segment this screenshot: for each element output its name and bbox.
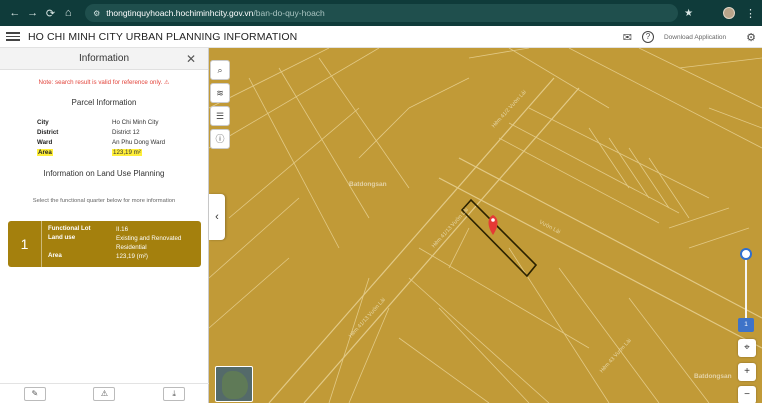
panel-footer: ✎ ⚠ ⤓ bbox=[0, 383, 209, 403]
information-panel: Information ✕ Note: search result is val… bbox=[0, 48, 209, 403]
url-path: /ban-do-quy-hoach bbox=[253, 8, 325, 18]
lot-value: II.16 bbox=[116, 226, 129, 233]
zoom-out-button[interactable]: − bbox=[738, 386, 756, 403]
parcel-value: Ho Chi Minh City bbox=[112, 118, 159, 126]
info-icon[interactable]: ⓘ bbox=[210, 129, 230, 149]
map-canvas[interactable]: Hẻm 41/2 Vườn Lài Hẻm 41/13 Vườn Lài Vườ… bbox=[209, 48, 762, 403]
zoom-in-button[interactable]: + bbox=[738, 363, 756, 381]
parcel-row-district: District District 12 bbox=[37, 127, 208, 137]
functional-quarter-hint: Select the functional quarter below for … bbox=[32, 198, 176, 204]
lot-value: 123,19 (m²) bbox=[116, 253, 148, 260]
edit-icon[interactable]: ✎ bbox=[23, 386, 46, 401]
profile-avatar[interactable] bbox=[723, 7, 735, 19]
parcel-key: City bbox=[37, 118, 49, 126]
zoom-slider-handle[interactable] bbox=[740, 248, 752, 260]
parcel-value: District 12 bbox=[112, 128, 140, 136]
location-marker bbox=[488, 215, 498, 235]
parcel-row-ward: Ward An Phu Dong Ward bbox=[37, 137, 208, 147]
lot-key: Functional Lot bbox=[48, 225, 91, 232]
parcel-key: Ward bbox=[37, 138, 53, 146]
back-icon[interactable]: ← bbox=[6, 7, 24, 19]
watermark: Batdongsan bbox=[694, 373, 732, 380]
app-title: HO CHI MINH CITY URBAN PLANNING INFORMAT… bbox=[28, 30, 298, 43]
lot-value: Existing and Renovated Residential bbox=[116, 235, 182, 251]
mail-icon[interactable]: ✉ bbox=[623, 31, 632, 44]
parcel-info: City Ho Chi Minh City District District 12… bbox=[37, 117, 208, 157]
zoom-slider-track[interactable] bbox=[745, 254, 747, 320]
bookmark-star-icon[interactable]: ★ bbox=[684, 8, 693, 19]
parcel-value: An Phu Dong Ward bbox=[112, 138, 166, 146]
hamburger-menu-icon[interactable] bbox=[6, 32, 20, 41]
download-icon[interactable]: ⤓ bbox=[163, 386, 186, 401]
android-icon[interactable]: ⚙ bbox=[746, 31, 756, 44]
parcel-key: District bbox=[37, 128, 59, 136]
collapse-panel-button[interactable]: ‹ bbox=[209, 194, 225, 240]
lot-key: Area bbox=[48, 252, 62, 259]
app-header: HO CHI MINH CITY URBAN PLANNING INFORMAT… bbox=[0, 26, 762, 48]
street-label: Hẻm 41/13 Vườn Lài bbox=[348, 297, 387, 339]
chevron-left-icon: ‹ bbox=[215, 211, 219, 223]
functional-lot-card[interactable]: 1 Functional Lot II.16 Land use Existing a… bbox=[8, 221, 201, 267]
close-icon[interactable]: ✕ bbox=[186, 48, 196, 70]
forward-icon[interactable]: → bbox=[24, 7, 42, 19]
home-icon[interactable]: ⌂ bbox=[59, 7, 77, 19]
download-app-label[interactable]: Download Application bbox=[664, 34, 726, 41]
note-text: Note: search result is valid for referen… bbox=[38, 79, 163, 86]
street-label: Hẻm 41/13 Vườn Lài bbox=[431, 207, 470, 249]
lot-details: Functional Lot II.16 Land use Existing and… bbox=[48, 225, 196, 261]
parcel-value: 123,19 m² bbox=[112, 148, 142, 156]
basemap-thumbnail[interactable] bbox=[215, 366, 253, 402]
disclaimer-note: Note: search result is valid for referen… bbox=[0, 79, 208, 86]
header-tools: ✉ ? Download Application ⚙ bbox=[623, 26, 756, 48]
panel-header: Information ✕ bbox=[0, 48, 208, 70]
layers-icon[interactable]: ≋ bbox=[210, 83, 230, 103]
planning-map[interactable]: Hẻm 41/2 Vườn Lài Hẻm 41/13 Vườn Lài Vườ… bbox=[209, 48, 762, 403]
watermark: Batdongsan bbox=[349, 181, 387, 188]
reload-icon[interactable]: ⟳ bbox=[42, 7, 60, 20]
site-info-icon[interactable]: ⚙ bbox=[93, 9, 100, 18]
legend-list-icon[interactable]: ☰ bbox=[210, 106, 230, 126]
lot-row: Functional Lot II.16 bbox=[48, 225, 196, 234]
locate-icon[interactable]: ⌖ bbox=[738, 339, 756, 357]
panel-title: Information bbox=[78, 53, 130, 64]
warning-icon: ⚠ bbox=[163, 79, 170, 86]
parcel-row-area: Area 123,19 m² bbox=[37, 147, 208, 157]
lot-row: Land use Existing and Renovated Residenti… bbox=[48, 234, 196, 252]
help-icon[interactable]: ? bbox=[641, 31, 654, 43]
selected-parcel-outline bbox=[460, 198, 538, 278]
address-bar[interactable]: ⚙ thongtinquyhoach.hochiminhcity.gov.vn /… bbox=[85, 4, 679, 22]
parcel-row-city: City Ho Chi Minh City bbox=[37, 117, 208, 127]
zoom-level-badge: 1 bbox=[738, 318, 754, 332]
browser-toolbar: ← → ⟳ ⌂ ⚙ thongtinquyhoach.hochiminhcity… bbox=[0, 0, 762, 26]
browser-menu-icon[interactable]: ⋮ bbox=[745, 7, 756, 20]
report-warning-icon[interactable]: ⚠ bbox=[93, 386, 116, 401]
lot-key: Land use bbox=[48, 234, 76, 241]
url-host: thongtinquyhoach.hochiminhcity.gov.vn bbox=[106, 8, 254, 18]
street-label: Hẻm 43 Vườn Lài bbox=[599, 338, 633, 374]
map-search-icon[interactable]: ⌕ bbox=[210, 60, 230, 80]
lot-number: 1 bbox=[8, 221, 42, 267]
lot-row: Area 123,19 (m²) bbox=[48, 252, 196, 261]
land-use-title: Information on Land Use Planning bbox=[43, 169, 165, 178]
street-label: Vườn Lài bbox=[538, 219, 561, 235]
parcel-key: Area bbox=[37, 148, 53, 156]
parcel-title: Parcel Information bbox=[71, 98, 137, 107]
